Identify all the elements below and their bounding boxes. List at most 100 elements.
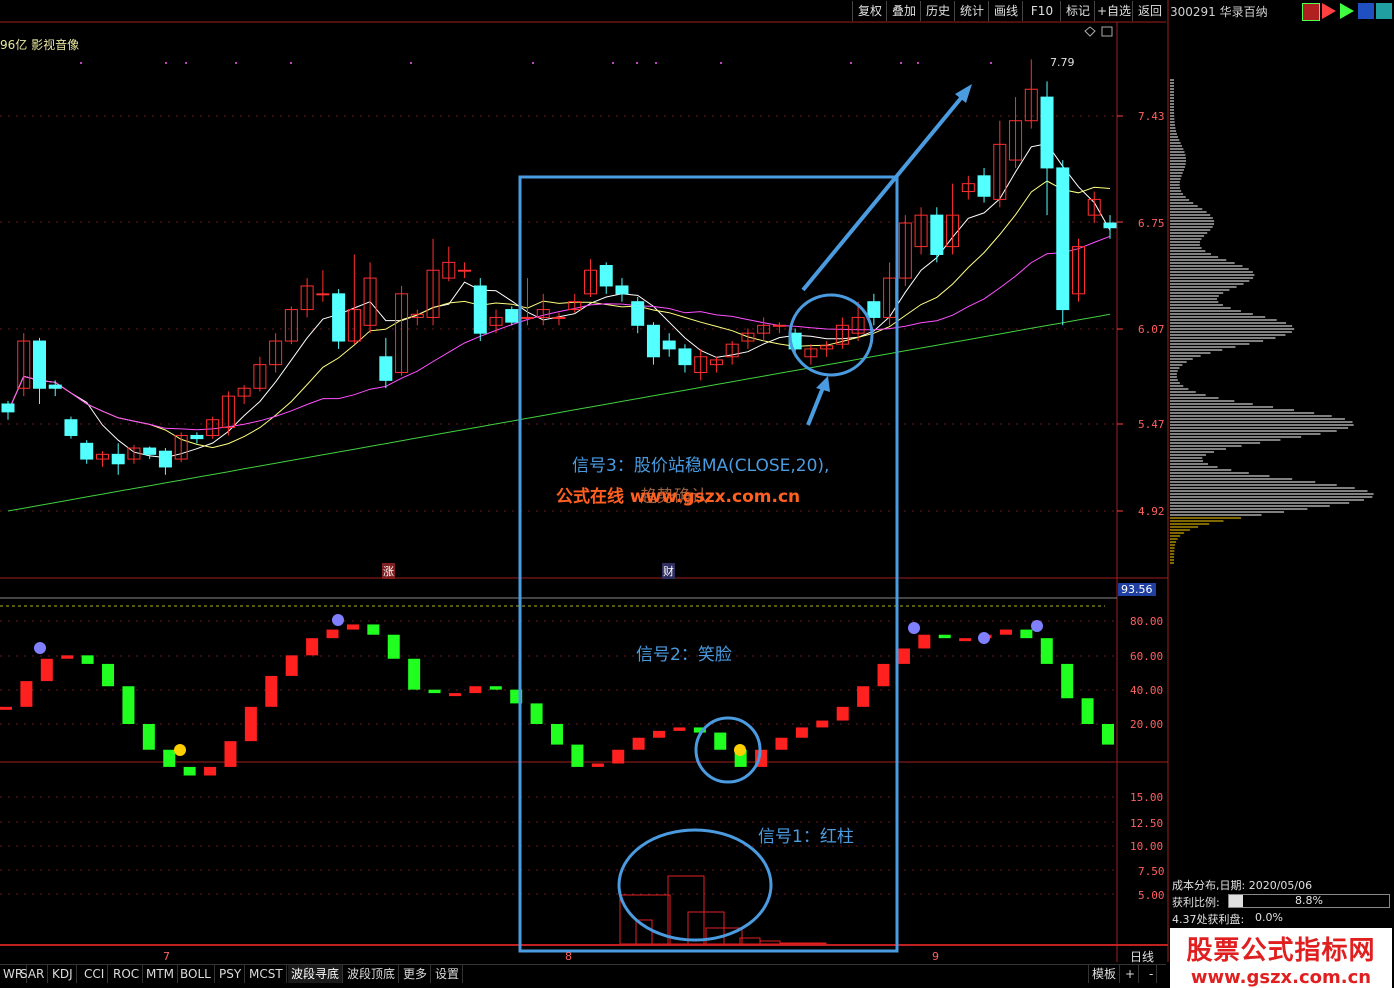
osc-bar — [285, 655, 298, 676]
tab-settings[interactable]: 设置 — [432, 965, 464, 983]
osc-bar — [551, 724, 563, 745]
marker-dot — [235, 62, 237, 64]
tab-band-bottom[interactable]: 波段寻底 — [288, 965, 344, 983]
candle-body — [316, 293, 330, 296]
osc-bar — [714, 732, 727, 750]
tab-mtm[interactable]: MTM — [143, 965, 179, 983]
candle-body — [143, 447, 157, 455]
tab-cci[interactable]: CCI — [81, 965, 109, 983]
osc-bar — [224, 741, 237, 767]
zoom-in-button[interactable]: + — [1122, 965, 1140, 983]
osc-bar — [653, 730, 666, 738]
candle-body — [80, 442, 94, 460]
marker-dot — [917, 62, 919, 64]
osc-bar — [428, 689, 441, 694]
candle-body — [646, 324, 660, 358]
candle-body — [772, 324, 786, 327]
candle-body — [111, 453, 125, 465]
candle-body — [521, 316, 535, 319]
osc-bar — [571, 744, 584, 767]
event-mark-zhang[interactable]: 涨 — [382, 563, 395, 579]
smile-circle — [694, 716, 762, 784]
profit-ratio-label: 获利比例: — [1172, 896, 1220, 909]
period-label[interactable]: 日线 — [1130, 948, 1154, 965]
marker-dot — [410, 62, 412, 64]
template-button[interactable]: 模板 — [1088, 965, 1121, 983]
osc-bar — [408, 658, 421, 690]
event-mark-cai[interactable]: 财 — [662, 563, 675, 579]
osc-bar — [448, 693, 461, 697]
osc-bar — [795, 727, 808, 738]
osc-bar — [204, 766, 217, 776]
watermark-text: 公式在线 www.gszx.com.cn — [556, 487, 801, 507]
ma20-line — [7, 235, 1111, 431]
tab-band-top-bottom[interactable]: 波段顶底 — [344, 965, 400, 983]
osc-bar — [346, 624, 359, 630]
osc-label: 60.00 — [1130, 650, 1164, 663]
logo-title: 股票公式指标网 — [1186, 936, 1376, 966]
profit-ratio-fill — [1229, 895, 1244, 907]
osc-bar — [775, 737, 788, 750]
sad-face-icon — [978, 632, 990, 644]
tab-sar[interactable]: SAR — [17, 965, 49, 983]
marker-dot — [612, 62, 614, 64]
osc-bar — [816, 720, 829, 728]
vol-label: 10.00 — [1130, 840, 1164, 853]
osc-label: 80.00 — [1130, 615, 1164, 628]
tab-roc[interactable]: ROC — [110, 965, 144, 983]
marker-dot — [655, 62, 657, 64]
ma5-line — [7, 143, 1111, 459]
tab-psy[interactable]: PSY — [216, 965, 246, 983]
x-month: 7 — [163, 950, 170, 963]
site-logo: 股票公式指标网 www.gszx.com.cn — [1170, 928, 1392, 988]
ma20-circle — [788, 293, 874, 377]
osc-bar — [81, 655, 94, 664]
window-icon — [1101, 26, 1113, 37]
candle-body — [458, 269, 472, 272]
osc-bar — [265, 675, 278, 707]
high-price-mark: 7.79 — [1050, 56, 1075, 69]
tab-more[interactable]: 更多 — [400, 965, 432, 983]
candle-body — [615, 285, 629, 295]
osc-bar — [999, 629, 1012, 635]
x-month: 8 — [565, 950, 572, 963]
x-month: 9 — [932, 950, 939, 963]
osc-label: 40.00 — [1130, 684, 1164, 697]
pointer-arrow — [806, 384, 826, 426]
marker-dot — [80, 62, 82, 64]
marker-dot — [720, 62, 722, 64]
osc-bar — [877, 663, 890, 687]
profit-at-value: 0.0% — [1255, 911, 1283, 924]
candle-body — [332, 293, 346, 342]
tab-kdj[interactable]: KDJ — [49, 965, 77, 983]
candle-body — [48, 384, 62, 389]
marker-dot — [532, 62, 534, 64]
tab-mcst[interactable]: MCST — [246, 965, 287, 983]
osc-bar — [673, 727, 686, 731]
volume-bar — [739, 937, 761, 945]
indicator-tabs: WR SAR KDJ CCI ROC MTM BOLL PSY MCST 波段寻… — [0, 964, 1166, 983]
logo-url: www.gszx.com.cn — [1190, 967, 1372, 988]
signal2-annotation: 信号2：笑脸 — [636, 645, 732, 665]
osc-bar — [959, 638, 972, 642]
marker-dot — [636, 62, 638, 64]
zoom-out-button[interactable]: - — [1146, 965, 1158, 983]
candle-body — [32, 340, 46, 389]
osc-bar — [918, 634, 931, 649]
osc-bar — [612, 749, 625, 764]
sad-face-icon — [332, 614, 344, 626]
osc-bar — [632, 737, 645, 750]
osc-bar — [306, 638, 319, 656]
price-label: 7.43 — [1138, 110, 1165, 123]
osc-bar — [489, 686, 502, 690]
candle-body — [631, 301, 645, 326]
osc-value-box: 93.56 — [1118, 583, 1156, 596]
osc-bar — [367, 624, 380, 635]
tab-boll[interactable]: BOLL — [177, 965, 215, 983]
smile-icon — [734, 744, 746, 756]
osc-bar — [591, 763, 604, 767]
osc-bar — [61, 655, 74, 659]
osc-bar — [1061, 663, 1074, 699]
signal3-annotation: 信号3：股价站稳MA(CLOSE,20), — [572, 456, 830, 476]
osc-bar — [530, 703, 543, 724]
